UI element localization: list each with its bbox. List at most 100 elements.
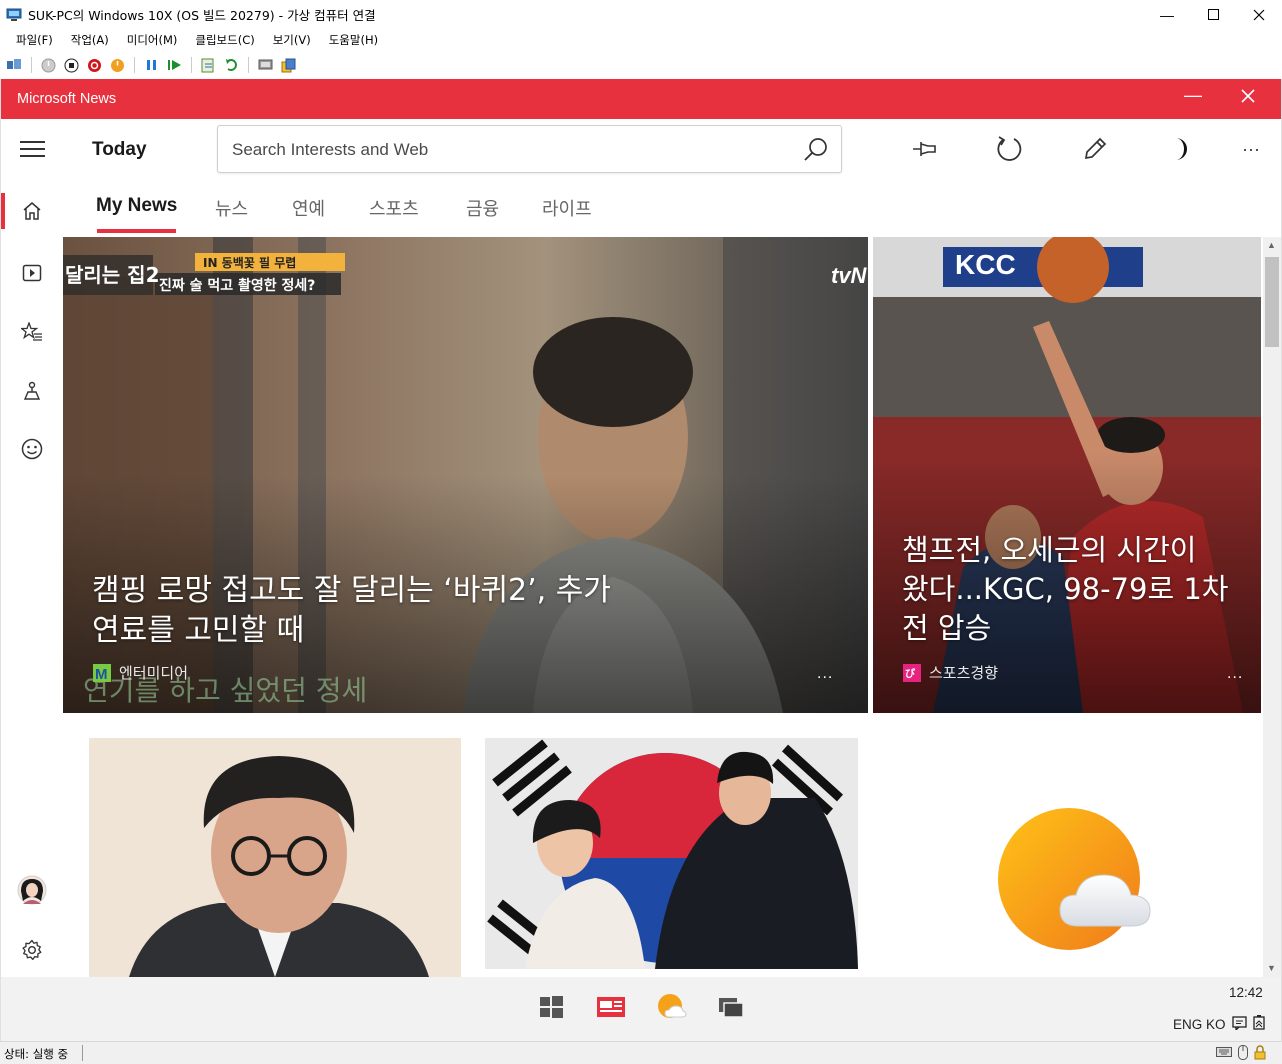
search-box[interactable]: Search Interests and Web [217,125,842,173]
start-windows-icon[interactable] [535,991,567,1023]
tab-news[interactable]: 뉴스 [215,195,248,221]
tab-finance[interactable]: 금융 [466,195,499,221]
close-button[interactable] [1236,0,1282,29]
article-card[interactable] [485,738,858,969]
tab-my-news[interactable]: My News [96,195,177,217]
hero-more-button[interactable]: ... [817,665,833,683]
article-image-portrait [89,738,461,977]
settings-gear-icon[interactable] [15,933,49,967]
hero-source-name: 엔터미디어 [119,664,189,682]
arena-banner-text: KCC [955,249,1016,280]
side-more-button[interactable]: ... [1227,665,1243,683]
scroll-down-icon[interactable]: ▼ [1267,963,1276,973]
home-icon[interactable] [15,194,49,228]
menu-file[interactable]: 파일(F) [0,32,62,48]
pin-icon[interactable] [907,131,943,167]
video-caption-main: 진짜 술 먹고 촬영한 정세? [159,278,316,294]
menu-action[interactable]: 작업(A) [62,32,118,48]
mouse-icon [1238,1045,1248,1063]
share-icon[interactable] [280,57,297,74]
enhanced-session-icon[interactable] [257,57,274,74]
news-app-icon[interactable] [595,991,627,1023]
side-article-title: 챔프전, 오세근의 시간이 왔다...KGC, 98-79로 1차 전 압승 [902,533,1229,645]
app-title-bar: Microsoft News — [1,79,1281,119]
status-divider [82,1045,83,1061]
lock-icon [1254,1045,1266,1063]
svg-text:M: M [95,666,108,682]
source-logo-icon: M [93,663,111,683]
minimize-button[interactable]: — [1144,0,1190,29]
ctrl-alt-del-icon[interactable] [6,57,23,74]
svg-text:ぴ: ぴ [905,667,916,680]
keyboard-icon [1216,1046,1232,1061]
toolbar-divider [31,57,32,73]
weather-sunny-cloud-icon [998,808,1151,950]
feed-scrollbar[interactable]: ▲ ▼ [1263,237,1281,977]
side-article-card[interactable]: KCC 챔프전, 오세근의 시간이 왔다...KGC, 98-79로 1차 전 … [873,237,1261,713]
hero-article-card[interactable]: 달리는 집2 IN 동백꽃 필 무렵 진짜 술 먹고 촬영한 정세? tvN 연… [63,237,868,713]
start-icon[interactable] [40,57,57,74]
article-card[interactable] [89,738,461,977]
menu-view[interactable]: 보기(V) [264,32,320,48]
app-close-button[interactable] [1241,87,1255,109]
emoji-smile-icon[interactable] [15,432,49,466]
host-menu-bar: 파일(F) 작업(A) 미디어(M) 클립보드(C) 보기(V) 도움말(H) [0,29,1282,51]
local-icon[interactable] [15,374,49,408]
toolbar-divider [248,57,249,73]
host-status-bar: 상태: 실행 중 [0,1041,1282,1064]
scroll-up-icon[interactable]: ▲ [1267,240,1276,250]
menu-clipboard[interactable]: 클립보드(C) [186,32,263,48]
app-header: Today Search Interests and Web ··· [1,119,1281,181]
host-title-bar: SUK-PC의 Windows 10X (OS 빌드 20279) - 가상 컴… [0,0,1282,29]
weather-app-icon[interactable] [655,991,687,1023]
avatar[interactable] [15,873,49,907]
hero-article-title: 캠핑 로망 접고도 잘 달리는 ‘바퀴2’, 추가 연료를 고민할 때 [92,573,611,648]
power-icon[interactable] [109,57,126,74]
checkpoint-icon[interactable] [200,57,217,74]
edit-pencil-icon[interactable] [1077,131,1113,167]
video-icon[interactable] [15,256,49,290]
host-toolbar [0,51,1282,79]
tab-life[interactable]: 라이프 [542,195,592,221]
refresh-icon[interactable] [991,131,1027,167]
hamburger-menu-icon[interactable] [20,141,45,158]
article-image-flag [485,738,858,969]
search-placeholder[interactable]: Search Interests and Web [232,140,428,160]
revert-icon[interactable] [223,57,240,74]
dark-mode-moon-icon[interactable] [1161,131,1197,167]
interests-star-icon[interactable] [15,315,49,349]
taskbar: 12:42 ENG KO [1,977,1281,1041]
toolbar-divider [191,57,192,73]
menu-help[interactable]: 도움말(H) [320,32,387,48]
shutdown-icon[interactable] [86,57,103,74]
news-feed: 달리는 집2 IN 동백꽃 필 무렵 진짜 술 먹고 촬영한 정세? tvN 연… [63,237,1261,977]
system-tray: ENG KO [1173,1015,1265,1033]
nav-active-indicator [1,193,5,229]
vm-connection-icon [6,8,22,22]
tab-entertainment[interactable]: 연예 [292,195,325,221]
search-icon[interactable] [803,137,829,163]
weather-card[interactable] [882,738,1255,977]
app-minimize-button[interactable]: — [1184,85,1202,106]
show-badge: 달리는 집2 [65,263,160,287]
more-options-icon[interactable]: ··· [1233,131,1269,167]
battery-status-icon[interactable] [1252,1015,1265,1033]
task-view-icon[interactable] [715,991,747,1023]
notification-icon[interactable] [1231,1015,1247,1033]
page-title: Today [92,139,147,160]
side-source: ぴ 스포츠경향 [903,662,998,683]
pause-icon[interactable] [143,57,160,74]
tab-sports[interactable]: 스포츠 [369,195,419,221]
vm-status-text: 상태: 실행 중 [4,1047,69,1061]
resume-icon[interactable] [166,57,183,74]
hero-source: M 엔터미디어 [93,662,188,683]
clock-time[interactable]: 12:42 [1229,985,1263,1000]
video-caption-top: IN 동백꽃 필 무렵 [203,256,297,270]
stop-icon[interactable] [63,57,80,74]
guest-screen: Microsoft News — Today Search Interests … [0,79,1282,1041]
input-language[interactable]: ENG KO [1173,1017,1226,1032]
scrollbar-thumb[interactable] [1265,257,1279,347]
maximize-button[interactable] [1190,0,1236,29]
host-window-title: SUK-PC의 Windows 10X (OS 빌드 20279) - 가상 컴… [28,8,376,23]
menu-media[interactable]: 미디어(M) [118,32,187,48]
